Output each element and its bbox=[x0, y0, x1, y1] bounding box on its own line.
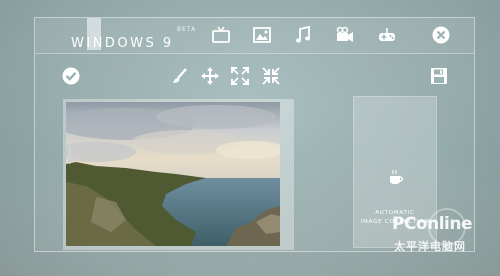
coffee-cup-icon bbox=[386, 167, 406, 187]
expand-icon[interactable] bbox=[230, 66, 250, 86]
save-icon[interactable] bbox=[429, 66, 449, 86]
coastal-landscape-photo[interactable] bbox=[66, 102, 280, 246]
tv-icon[interactable] bbox=[211, 25, 231, 45]
gamepad-icon[interactable] bbox=[377, 25, 397, 45]
brand: WINDOWS 9 BETA bbox=[71, 26, 195, 51]
pconline-watermark: PConline 太平洋电脑网 bbox=[392, 208, 498, 264]
move-icon[interactable] bbox=[200, 66, 220, 86]
confirm-check-icon[interactable] bbox=[61, 66, 81, 86]
video-camera-icon[interactable] bbox=[335, 25, 355, 45]
beta-badge: BETA bbox=[177, 26, 197, 33]
title-bar: WINDOWS 9 BETA bbox=[35, 18, 474, 54]
collapse-icon[interactable] bbox=[261, 66, 281, 86]
brush-icon[interactable] bbox=[170, 66, 190, 86]
close-icon[interactable] bbox=[431, 25, 451, 45]
photo-frame bbox=[63, 99, 294, 250]
music-icon[interactable] bbox=[293, 25, 313, 45]
watermark-logo: PConline bbox=[392, 214, 473, 234]
watermark-subtitle: 太平洋电脑网 bbox=[394, 240, 466, 253]
image-icon[interactable] bbox=[252, 25, 272, 45]
app-title: WINDOWS 9 bbox=[71, 36, 174, 51]
